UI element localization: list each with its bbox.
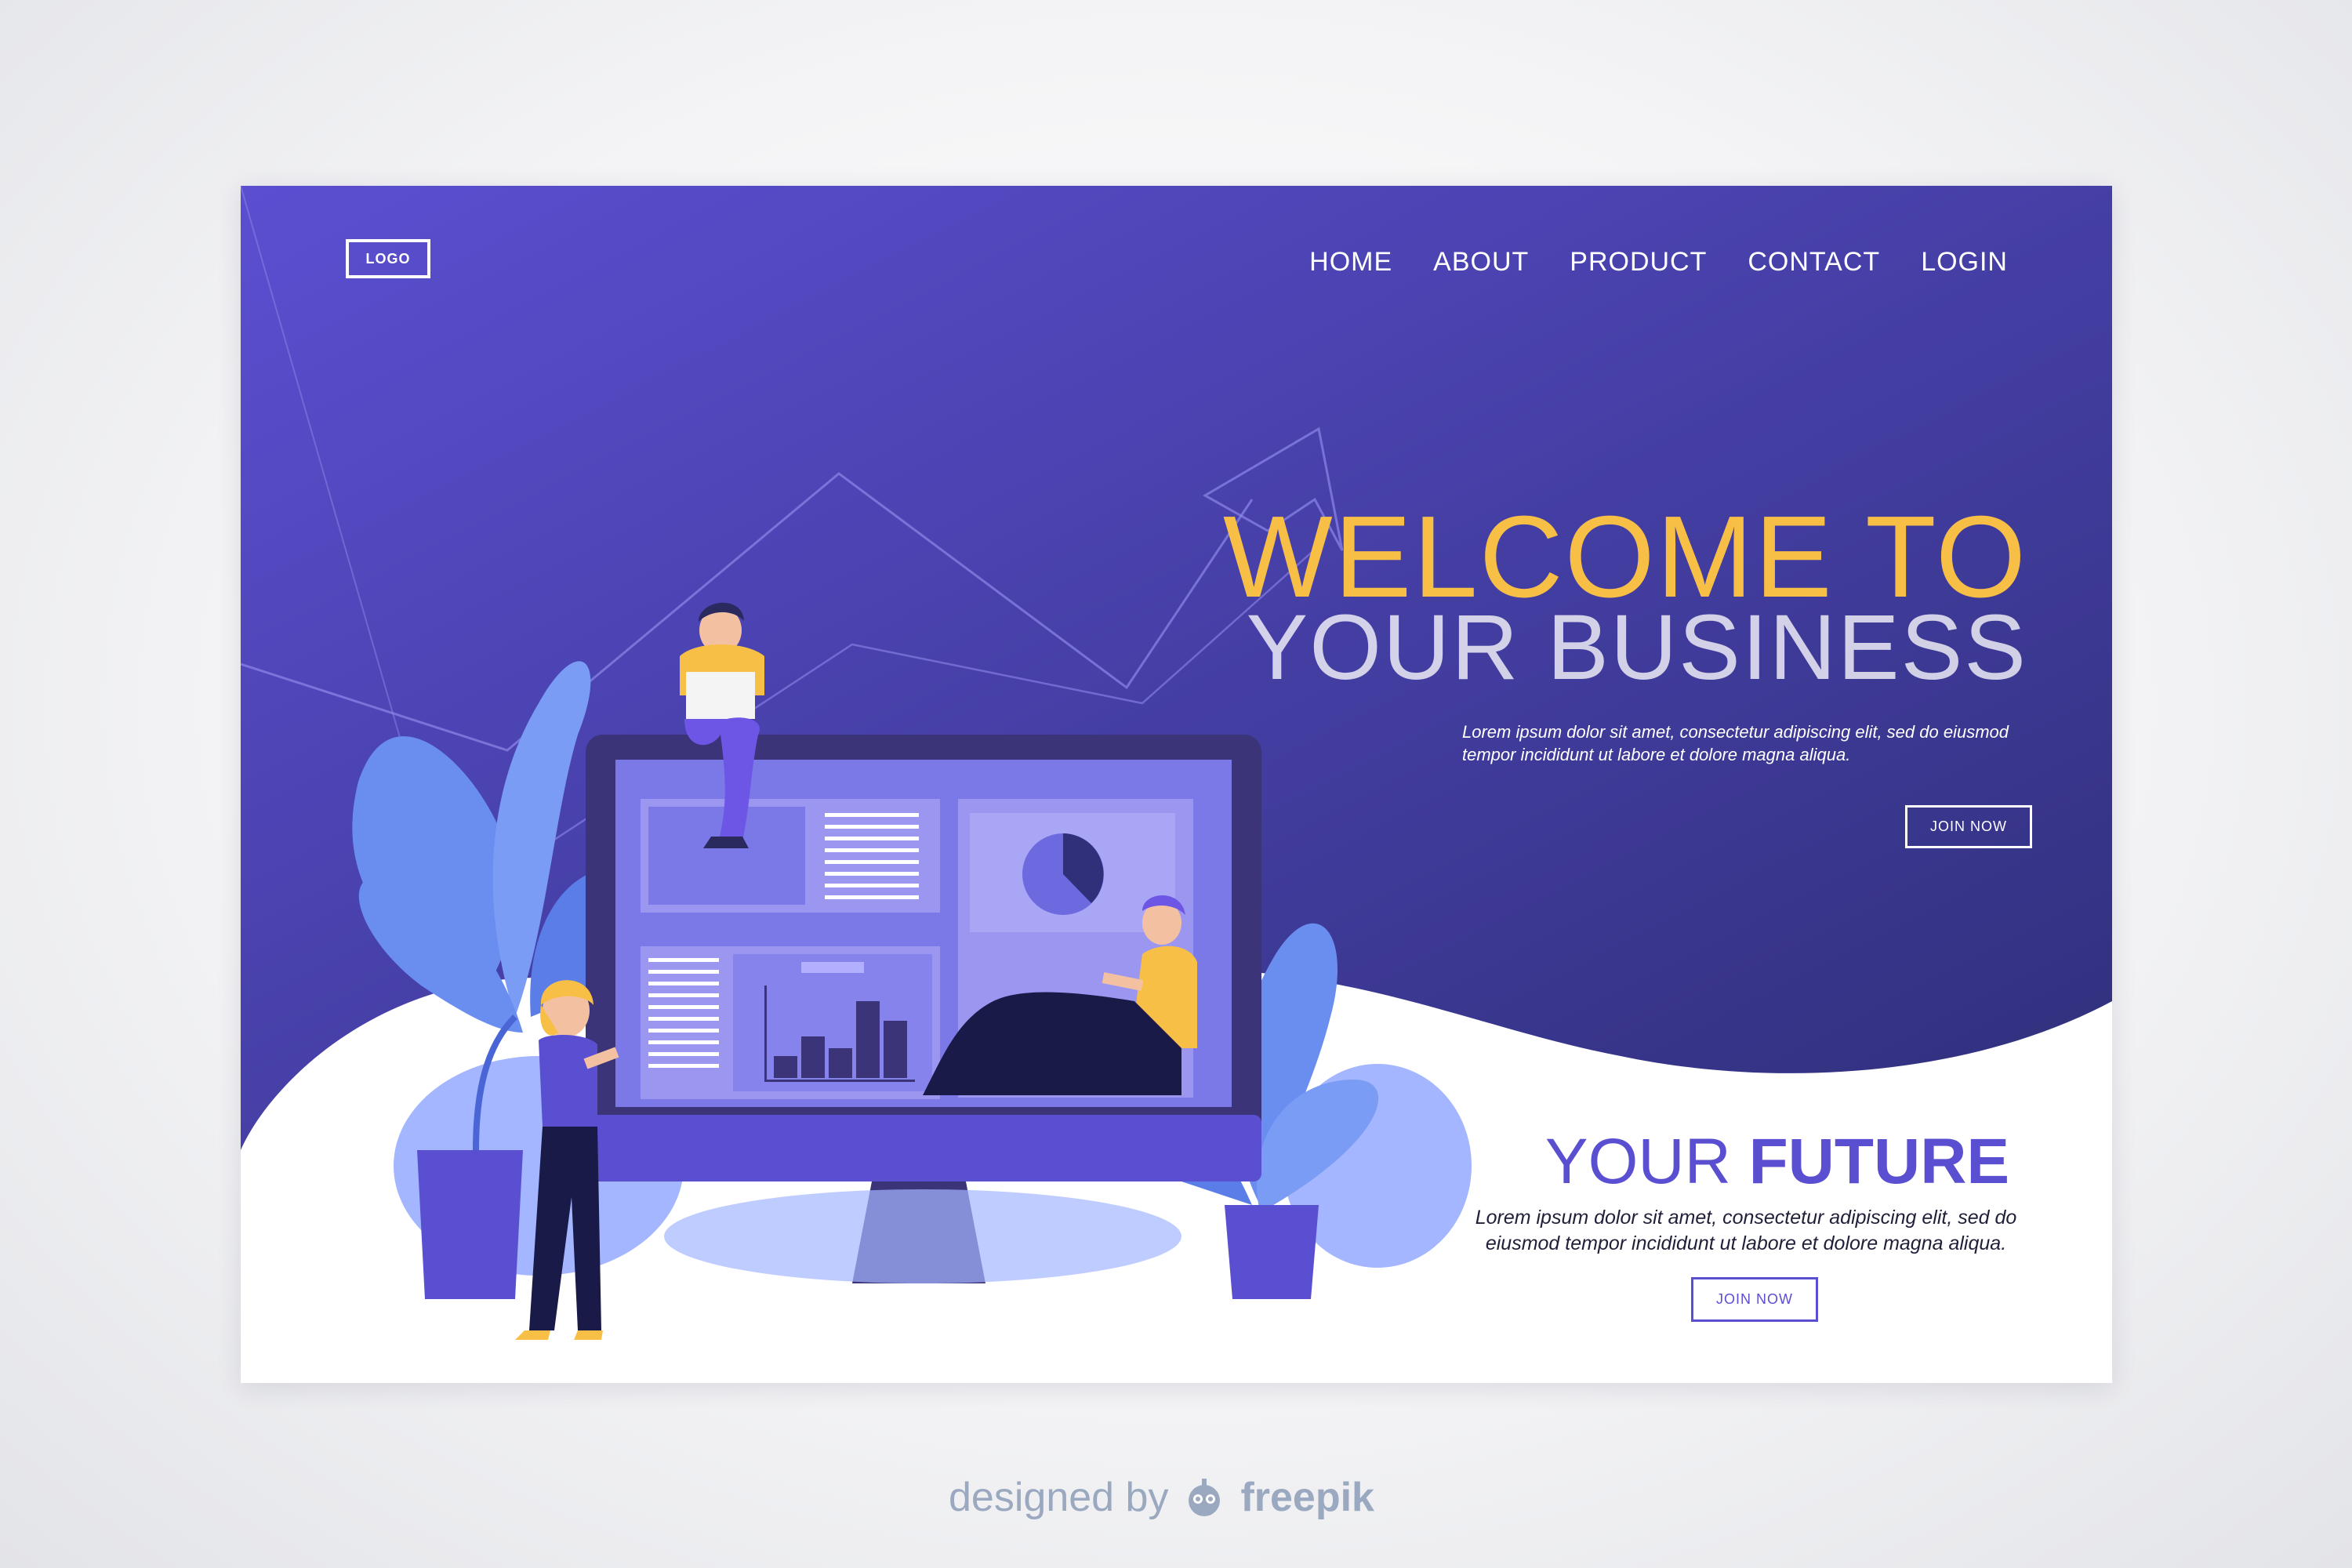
hero-join-now-button[interactable]: JOIN NOW — [1905, 805, 2032, 848]
future-description: Lorem ipsum dolor sit amet, consectetur … — [1475, 1207, 2017, 1254]
freepik-logo-icon — [1189, 1479, 1221, 1516]
plant-pot-right — [1225, 1205, 1319, 1299]
nav-home[interactable]: HOME — [1309, 247, 1392, 278]
freepik-brand: freepik — [1240, 1475, 1374, 1520]
future-title-light: YOUR — [1544, 1126, 1731, 1197]
logo[interactable]: LOGO — [346, 239, 430, 278]
nav-login[interactable]: LOGIN — [1921, 247, 2008, 278]
plant-pot-left — [417, 1150, 523, 1299]
nav-contact[interactable]: CONTACT — [1748, 247, 1880, 278]
main-nav: HOME ABOUT PRODUCT CONTACT LOGIN — [1309, 247, 2008, 278]
monitor-bezel-bottom — [586, 1115, 1261, 1181]
landing-page-card: LOGO HOME ABOUT PRODUCT CONTACT LOGIN WE… — [241, 186, 2112, 1383]
future-title: YOUR FUTURE — [1495, 1127, 2060, 1197]
hero-headline-line2: YOUR BUSINESS — [1246, 596, 2027, 699]
hero-illustration — [241, 186, 2112, 1340]
hero-description: Lorem ipsum dolor sit amet, consectetur … — [1462, 722, 2009, 764]
future-join-now-button[interactable]: JOIN NOW — [1691, 1277, 1818, 1322]
nav-about[interactable]: ABOUT — [1433, 247, 1529, 278]
nav-product[interactable]: PRODUCT — [1570, 247, 1707, 278]
attribution: designed by freepik — [949, 1474, 1374, 1521]
designed-by-label: designed by — [949, 1475, 1169, 1520]
future-title-bold: FUTURE — [1748, 1126, 2010, 1197]
